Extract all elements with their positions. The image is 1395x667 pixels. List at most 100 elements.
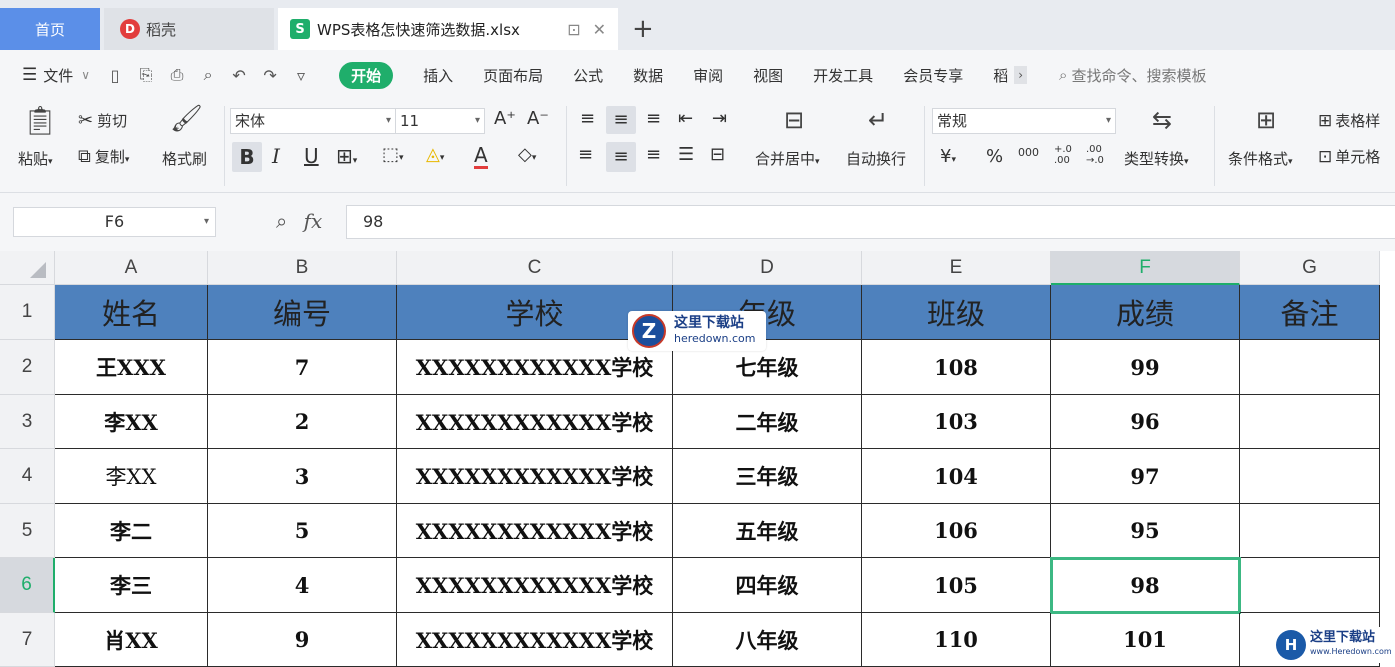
select-all-corner[interactable] [0, 251, 55, 285]
table-style-button[interactable]: ⊞ 表格样 [1318, 110, 1380, 131]
justify-icon[interactable]: ☰ [678, 144, 694, 165]
format-painter-icon[interactable]: 🖌︎ [170, 104, 203, 134]
underline-button[interactable]: U [304, 144, 319, 168]
tab-docer[interactable]: D 稻壳 [104, 8, 274, 50]
cell-f3[interactable]: 96 [1051, 395, 1240, 449]
cell-d5[interactable]: 五年级 [673, 504, 862, 558]
column-header-d[interactable]: D [673, 251, 862, 285]
conditional-format-button[interactable]: 条件格式▾ [1228, 148, 1293, 169]
column-header-e[interactable]: E [862, 251, 1051, 285]
row-header-7[interactable]: 7 [0, 613, 55, 667]
highlight-icon[interactable]: ◬▾ [426, 144, 444, 165]
header-cell-e[interactable]: 班级 [862, 285, 1051, 340]
cell-f4[interactable]: 97 [1051, 449, 1240, 504]
cell-a7[interactable]: 肖XX [55, 613, 208, 667]
menu-docer[interactable]: 稻 [993, 65, 1008, 86]
cell-g2[interactable] [1240, 340, 1380, 395]
decrease-font-icon[interactable]: A⁻ [527, 108, 549, 129]
cell-f5[interactable]: 95 [1051, 504, 1240, 558]
row-header-5[interactable]: 5 [0, 504, 55, 558]
cell-fill-icon[interactable]: ⬚▾ [382, 144, 404, 165]
wrap-text-button[interactable]: 自动换行 [846, 148, 906, 169]
paste-icon[interactable]: 📋︎ [22, 104, 58, 137]
cell-d6[interactable]: 四年级 [673, 558, 862, 613]
print-icon[interactable]: ⎙ [166, 65, 188, 85]
font-size-select[interactable]: 11 ▾ [395, 108, 485, 134]
zoom-search-icon[interactable]: ⌕ [276, 209, 287, 233]
decrease-indent-icon[interactable]: ⇤ [678, 108, 693, 129]
column-header-a[interactable]: A [55, 251, 208, 285]
cell-e2[interactable]: 108 [862, 340, 1051, 395]
redo-icon[interactable]: ↷ [259, 66, 281, 85]
column-header-c[interactable]: C [397, 251, 673, 285]
cell-a4[interactable]: 李XX [55, 449, 208, 504]
increase-decimal-button[interactable]: +.0 .00 [1054, 144, 1076, 166]
cell-a2[interactable]: 王XXX [55, 340, 208, 395]
tab-home[interactable]: 首页 [0, 8, 100, 50]
align-top-icon[interactable]: ≡ [580, 108, 595, 129]
cell-b4[interactable]: 3 [208, 449, 397, 504]
cell-f7[interactable]: 101 [1051, 613, 1240, 667]
cell-e6[interactable]: 105 [862, 558, 1051, 613]
percent-button[interactable]: % [986, 146, 1003, 167]
eraser-icon[interactable]: ◇▾ [518, 144, 536, 165]
number-format-select[interactable]: 常规 ▾ [932, 108, 1116, 134]
tab-file[interactable]: S WPS表格怎快速筛选数据.xlsx ⊡ ✕ [278, 8, 618, 50]
paste-button[interactable]: 粘贴▾ [18, 148, 53, 169]
bold-button[interactable]: B [232, 142, 262, 172]
increase-font-icon[interactable]: A⁺ [494, 108, 516, 129]
cell-e5[interactable]: 106 [862, 504, 1051, 558]
align-center-icon[interactable]: ≡ [606, 142, 636, 172]
fx-icon[interactable]: fx [304, 209, 323, 233]
row-header-4[interactable]: 4 [0, 449, 55, 504]
column-header-g[interactable]: G [1240, 251, 1380, 285]
cell-g5[interactable] [1240, 504, 1380, 558]
menu-review[interactable]: 审阅 [693, 65, 723, 86]
distributed-icon[interactable]: ⊟ [710, 144, 725, 165]
command-search[interactable]: ⌕ 查找命令、搜索模板 [1059, 65, 1206, 86]
column-header-b[interactable]: B [208, 251, 397, 285]
cell-c5[interactable]: XXXXXXXXXXXX学校 [397, 504, 673, 558]
cell-a3[interactable]: 李XX [55, 395, 208, 449]
cut-button[interactable]: ✂ 剪切 [78, 110, 127, 131]
merge-center-icon[interactable]: ⊟ [776, 106, 812, 134]
file-menu[interactable]: ☰ 文件 ∨ [22, 65, 90, 86]
header-cell-a[interactable]: 姓名 [55, 285, 208, 340]
cell-a6[interactable]: 李三 [55, 558, 208, 613]
header-cell-f[interactable]: 成绩 [1051, 285, 1240, 340]
pin-icon[interactable]: ⊡ [567, 20, 580, 39]
cell-b2[interactable]: 7 [208, 340, 397, 395]
menu-view[interactable]: 视图 [753, 65, 783, 86]
cell-b5[interactable]: 5 [208, 504, 397, 558]
conditional-format-icon[interactable]: ⊞ [1248, 106, 1284, 134]
menu-developer[interactable]: 开发工具 [813, 65, 873, 86]
print-preview-icon[interactable]: ⌕ [197, 65, 219, 85]
export-icon[interactable]: ⎘ [135, 65, 157, 85]
undo-icon[interactable]: ↶ [228, 66, 250, 85]
cell-b6[interactable]: 4 [208, 558, 397, 613]
more-menu-icon[interactable]: › [1014, 66, 1028, 84]
cell-b3[interactable]: 2 [208, 395, 397, 449]
close-icon[interactable]: ✕ [593, 20, 606, 39]
menu-data[interactable]: 数据 [633, 65, 663, 86]
wrap-text-icon[interactable]: ↵ [860, 106, 896, 134]
menu-insert[interactable]: 插入 [423, 65, 453, 86]
new-tab-button[interactable]: + [632, 14, 654, 44]
cell-g3[interactable] [1240, 395, 1380, 449]
column-header-f[interactable]: F [1051, 251, 1240, 285]
cell-e4[interactable]: 104 [862, 449, 1051, 504]
cell-c6[interactable]: XXXXXXXXXXXX学校 [397, 558, 673, 613]
cell-e3[interactable]: 103 [862, 395, 1051, 449]
align-bottom-icon[interactable]: ≡ [646, 108, 661, 129]
save-icon[interactable]: ▯ [104, 66, 126, 85]
copy-button[interactable]: ⧉ 复制▾ [78, 146, 129, 167]
type-convert-icon[interactable]: ⇆ [1144, 106, 1180, 134]
type-convert-button[interactable]: 类型转换▾ [1124, 148, 1189, 169]
currency-button[interactable]: ¥▾ [940, 146, 956, 167]
menu-page-layout[interactable]: 页面布局 [483, 65, 543, 86]
thousands-button[interactable]: 000 [1018, 146, 1039, 159]
customize-icon[interactable]: ▿ [290, 66, 312, 85]
cell-c4[interactable]: XXXXXXXXXXXX学校 [397, 449, 673, 504]
cell-g6[interactable] [1240, 558, 1380, 613]
merge-center-button[interactable]: 合并居中▾ [755, 148, 820, 169]
